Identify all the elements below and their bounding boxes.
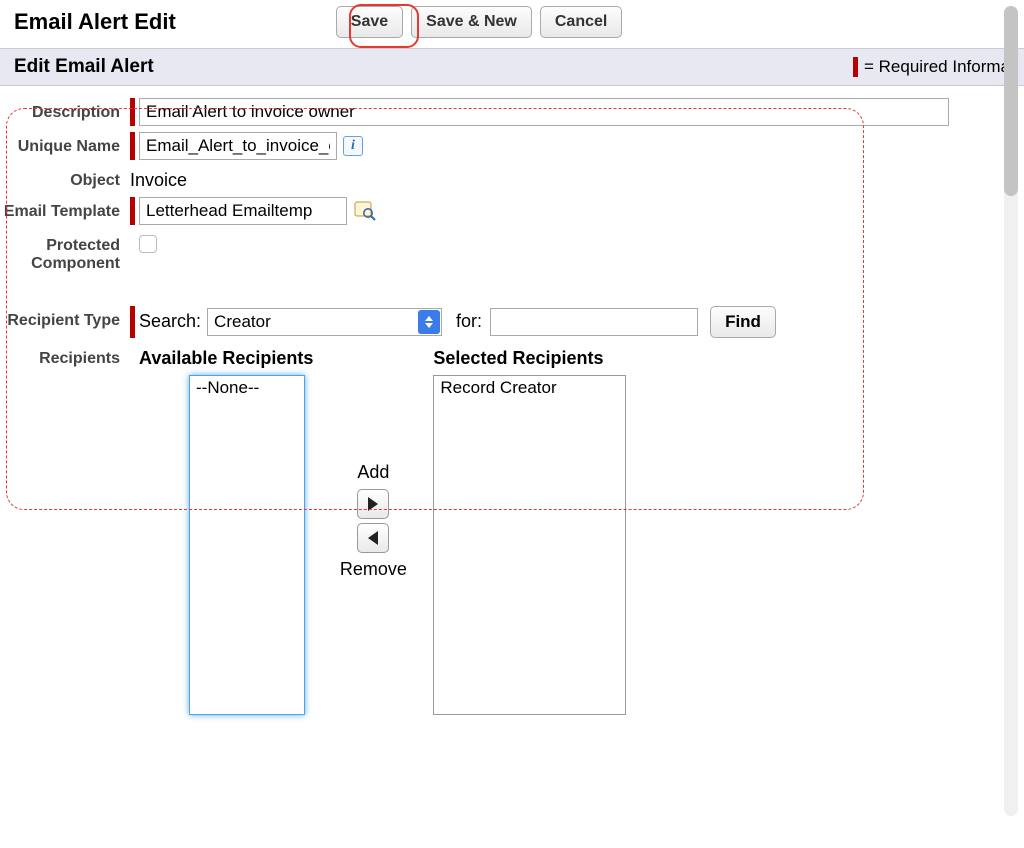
cancel-button[interactable]: Cancel [540, 6, 622, 38]
row-description: Description [0, 98, 1004, 126]
protected-checkbox[interactable] [139, 235, 157, 253]
label-unique-name: Unique Name [0, 132, 130, 156]
add-label: Add [357, 462, 389, 483]
available-listbox[interactable]: --None-- [189, 375, 305, 715]
recipient-search-input[interactable] [490, 308, 698, 336]
page-title: Email Alert Edit [14, 9, 176, 35]
label-recipients: Recipients [0, 344, 130, 368]
form-area: Description Unique Name i Object Invoice [0, 86, 1024, 715]
section-header: Edit Email Alert = Required Informa [0, 48, 1024, 86]
save-button[interactable]: Save [336, 6, 403, 38]
row-recipients: Recipients Available Recipients --None--… [0, 344, 1004, 715]
required-bar-icon [853, 57, 858, 77]
available-title: Available Recipients [139, 348, 313, 369]
row-email-template: Email Template [0, 197, 1004, 225]
find-button[interactable]: Find [710, 306, 776, 338]
arrow-left-icon [368, 531, 378, 545]
required-bar-icon [130, 306, 135, 338]
remove-label: Remove [340, 559, 407, 580]
for-label: for: [456, 311, 482, 332]
list-item[interactable]: Record Creator [434, 376, 625, 400]
selected-title: Selected Recipients [433, 348, 626, 369]
email-template-input[interactable] [139, 197, 347, 225]
required-bar-icon [130, 197, 135, 225]
row-protected: Protected Component [0, 231, 1004, 274]
label-protected: Protected Component [0, 231, 130, 274]
row-unique-name: Unique Name i [0, 132, 1004, 160]
page-root: Email Alert Edit Save Save & New Cancel … [0, 0, 1024, 848]
required-bar-icon [130, 132, 135, 160]
required-bar-icon [130, 98, 135, 126]
recipient-type-select[interactable]: Creator [207, 308, 442, 336]
shuttle-controls: Add Remove [313, 348, 433, 584]
info-icon[interactable]: i [343, 136, 363, 156]
add-button[interactable] [357, 489, 389, 519]
search-label: Search: [139, 311, 201, 332]
remove-button[interactable] [357, 523, 389, 553]
required-hint-text: = Required Informa [864, 57, 1010, 77]
button-row: Save Save & New Cancel [336, 6, 623, 38]
selected-column: Selected Recipients Record Creator [433, 348, 626, 715]
object-value: Invoice [130, 166, 187, 191]
description-input[interactable] [139, 98, 949, 126]
list-item[interactable]: --None-- [190, 376, 304, 400]
unique-name-input[interactable] [139, 132, 337, 160]
header: Email Alert Edit Save Save & New Cancel [0, 0, 1024, 48]
row-recipient-type: Recipient Type Search: Creator for: Find [0, 306, 1004, 338]
arrow-right-icon [368, 497, 378, 511]
label-description: Description [0, 98, 130, 122]
row-object: Object Invoice [0, 166, 1004, 191]
label-recipient-type: Recipient Type [0, 306, 130, 330]
required-hint: = Required Informa [853, 57, 1010, 77]
label-object: Object [0, 166, 130, 190]
save-and-new-button[interactable]: Save & New [411, 6, 532, 38]
label-email-template: Email Template [0, 197, 130, 221]
selected-listbox[interactable]: Record Creator [433, 375, 626, 715]
available-column: Available Recipients --None-- [139, 348, 313, 715]
lookup-icon[interactable] [353, 200, 377, 222]
section-title: Edit Email Alert [14, 56, 154, 78]
